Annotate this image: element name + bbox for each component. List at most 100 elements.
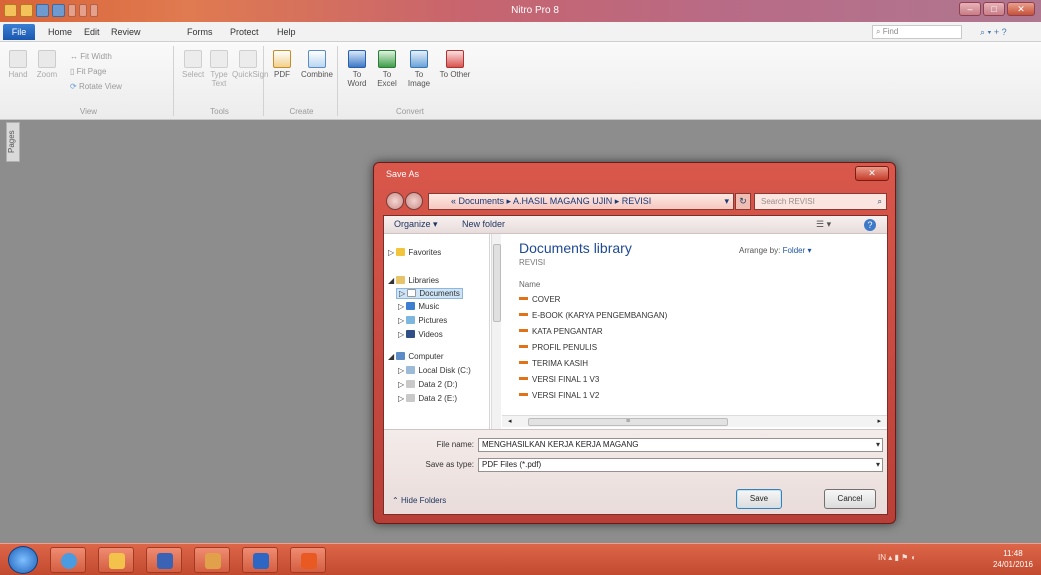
help-icon[interactable]: ?	[864, 219, 876, 231]
redo-icon[interactable]	[79, 4, 87, 17]
file-item[interactable]: VERSI FINAL 1 V2	[519, 391, 599, 400]
dialog-close-button[interactable]: ✕	[855, 166, 889, 181]
music-icon	[406, 302, 416, 310]
address-dropdown-icon[interactable]: ▾	[724, 194, 729, 209]
hand-button[interactable]: Hand	[6, 50, 30, 79]
forward-button[interactable]	[405, 192, 423, 210]
refresh-button[interactable]: ↻	[735, 193, 751, 210]
nav-pictures[interactable]: ▷ Pictures	[398, 316, 447, 325]
scroll-right-icon[interactable]: ▸	[877, 417, 881, 425]
window-title: Nitro Pro 8	[511, 5, 559, 16]
pages-panel-tab[interactable]: Pages	[6, 122, 20, 162]
file-item[interactable]: KATA PENGANTAR	[519, 327, 603, 336]
videos-icon	[406, 330, 416, 338]
combine-button[interactable]: Combine	[298, 50, 336, 79]
language-indicator[interactable]: IN	[878, 553, 886, 562]
nav-music[interactable]: ▷ Music	[398, 302, 439, 311]
maximize-button[interactable]: □	[983, 2, 1005, 16]
volume-icon[interactable]: ◖	[911, 553, 916, 562]
tab-edit[interactable]: Edit	[84, 27, 100, 37]
open-folder-icon[interactable]	[20, 4, 33, 17]
column-header-name[interactable]: Name	[519, 280, 540, 289]
save-button[interactable]: Save	[736, 489, 782, 509]
add-icon[interactable]: +	[994, 27, 999, 37]
tab-home[interactable]: Home	[48, 27, 72, 37]
tab-review[interactable]: Review	[111, 27, 141, 37]
navigation-scrollbar[interactable]	[491, 234, 501, 429]
undo-icon[interactable]	[68, 4, 76, 17]
dialog-search-input[interactable]: Search REVISI ⌕	[754, 193, 887, 210]
scrollbar-thumb[interactable]: ≡	[528, 418, 728, 426]
taskbar-nitro[interactable]	[290, 547, 326, 573]
ribbon: Hand Zoom ↔ Fit Width ▯ Fit Page ⟳ Rotat…	[0, 42, 1041, 120]
to-image-button[interactable]: To Image	[404, 50, 434, 88]
file-item[interactable]: PROFIL PENULIS	[519, 343, 597, 352]
help-icon[interactable]: ?	[1002, 27, 1007, 37]
arrange-dropdown[interactable]: Folder ▾	[783, 246, 812, 255]
quicksign-button[interactable]: QuickSign	[232, 50, 268, 79]
cancel-button[interactable]: Cancel	[824, 489, 876, 509]
hide-folders-button[interactable]: ⌃ Hide Folders	[392, 496, 446, 505]
save-icon[interactable]	[36, 4, 49, 17]
nav-videos[interactable]: ▷ Videos	[398, 330, 443, 339]
new-folder-button[interactable]: New folder	[462, 219, 505, 229]
file-item[interactable]: TERIMA KASIH	[519, 359, 588, 368]
view-options-icon[interactable]: ☰ ▾	[816, 219, 831, 230]
nav-data2-e[interactable]: ▷ Data 2 (E:)	[398, 394, 457, 403]
fit-page-button[interactable]: ▯ Fit Page	[70, 67, 106, 76]
pdf-button[interactable]: PDF	[270, 50, 294, 79]
nav-data2-d[interactable]: ▷ Data 2 (D:)	[398, 380, 458, 389]
search-icon[interactable]: ⌕ ▾	[980, 27, 991, 37]
network-icon[interactable]: ▮	[894, 553, 898, 562]
chevron-down-icon[interactable]: ▾	[876, 459, 880, 471]
tab-file[interactable]: File	[3, 24, 35, 40]
taskbar-ie[interactable]	[50, 547, 86, 573]
search-icon[interactable]: ⌕	[878, 194, 882, 209]
rotate-view-button[interactable]: ⟳ Rotate View	[70, 82, 122, 91]
chevron-down-icon[interactable]: ▾	[876, 439, 880, 451]
customize-qat-icon[interactable]	[90, 4, 98, 17]
ribbon-group-convert: To Word To Excel To Image To Other Conve…	[340, 46, 480, 116]
select-button[interactable]: Select	[182, 50, 204, 79]
clock[interactable]: 11:48 24/01/2016	[993, 548, 1033, 570]
close-button[interactable]: ✕	[1007, 2, 1035, 16]
file-item[interactable]: E-BOOK (KARYA PENGEMBANGAN)	[519, 311, 667, 320]
taskbar-explorer[interactable]	[98, 547, 134, 573]
taskbar-media[interactable]	[146, 547, 182, 573]
nav-documents[interactable]: ▷ Documents	[396, 288, 463, 299]
tab-help[interactable]: Help	[277, 27, 296, 37]
nav-libraries[interactable]: ◢ Libraries	[388, 276, 439, 285]
to-word-button[interactable]: To Word	[344, 50, 370, 88]
fit-width-button[interactable]: ↔ Fit Width	[70, 52, 112, 61]
file-item[interactable]: COVER	[519, 295, 560, 304]
nav-local-disk[interactable]: ▷ Local Disk (C:)	[398, 366, 471, 375]
horizontal-scrollbar[interactable]: ◂ ≡ ▸	[502, 415, 887, 427]
scroll-left-icon[interactable]: ◂	[508, 417, 512, 425]
file-item[interactable]: VERSI FINAL 1 V3	[519, 375, 599, 384]
scrollbar-thumb[interactable]	[493, 244, 501, 322]
nav-favorites[interactable]: ▷ Favorites	[388, 248, 441, 257]
zoom-button[interactable]: Zoom	[34, 50, 60, 79]
taskbar-app[interactable]	[194, 547, 230, 573]
signature-icon	[239, 50, 257, 68]
app-logo-icon[interactable]	[4, 4, 17, 17]
address-bar[interactable]: « Documents ▸ A.HASIL MAGANG UJIN ▸ REVI…	[428, 193, 734, 210]
organize-button[interactable]: Organize ▾	[394, 219, 438, 230]
find-options[interactable]: ⌕ ▾ + ?	[980, 25, 1038, 39]
to-excel-button[interactable]: To Excel	[374, 50, 400, 88]
save-type-select[interactable]: PDF Files (*.pdf) ▾	[478, 458, 883, 472]
find-input[interactable]: ⌕ Find	[872, 25, 962, 39]
print-icon[interactable]	[52, 4, 65, 17]
file-name-input[interactable]: MENGHASILKAN KERJA KERJA MAGANG ▾	[478, 438, 883, 452]
tab-forms[interactable]: Forms	[187, 27, 213, 37]
nav-computer[interactable]: ◢ Computer	[388, 352, 444, 361]
type-text-button[interactable]: Type Text	[208, 50, 230, 88]
breadcrumb[interactable]: « Documents ▸ A.HASIL MAGANG UJIN ▸ REVI…	[451, 196, 651, 206]
tab-protect[interactable]: Protect	[230, 27, 259, 37]
back-button[interactable]	[386, 192, 404, 210]
minimize-button[interactable]: –	[959, 2, 981, 16]
start-button[interactable]	[8, 546, 38, 574]
flag-icon[interactable]: ⚑	[901, 553, 908, 562]
taskbar-word[interactable]	[242, 547, 278, 573]
to-other-button[interactable]: To Other	[438, 50, 472, 79]
